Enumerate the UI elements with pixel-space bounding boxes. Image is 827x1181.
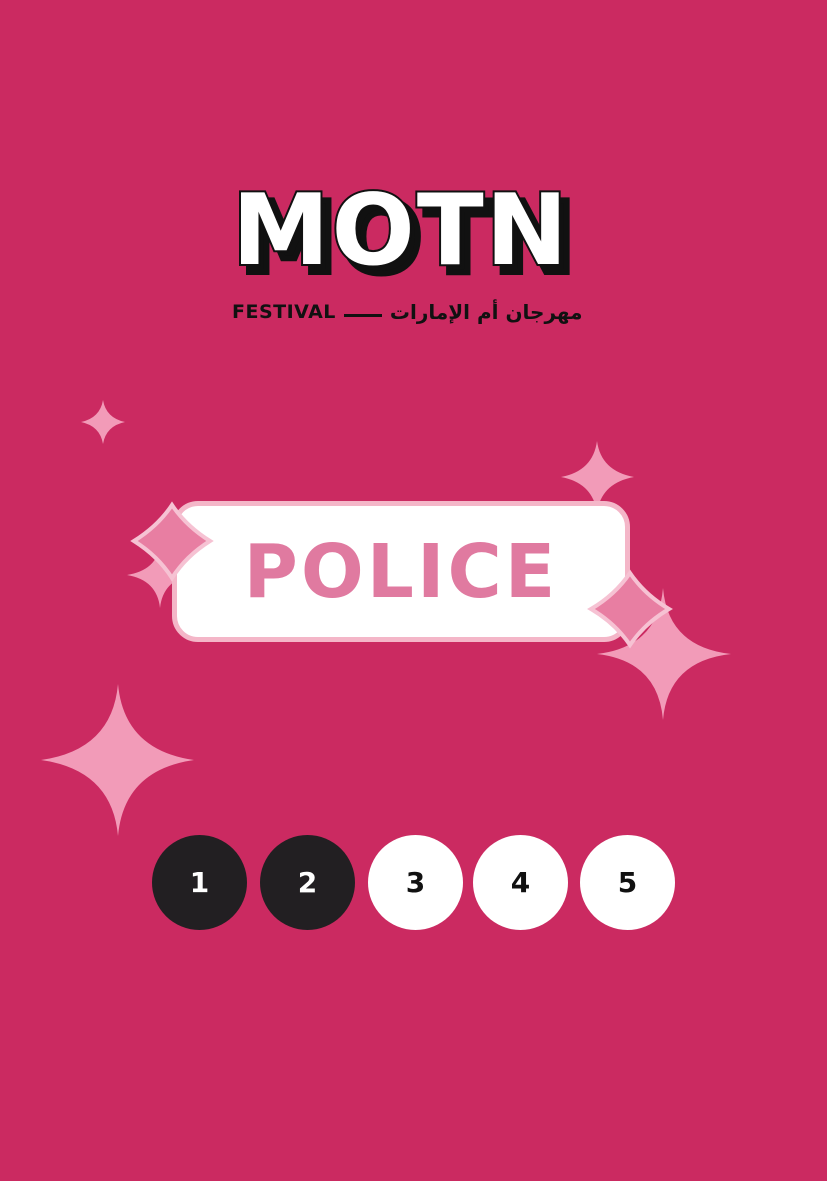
role-title: POLICE: [243, 528, 559, 615]
logo-subtitle: FESTIVAL مهرجان أم الإمارات: [232, 297, 602, 327]
level-2: 2: [260, 835, 355, 930]
level-3: 3: [368, 835, 463, 930]
level-1: 1: [152, 835, 247, 930]
sparkle-icon: [41, 684, 194, 836]
subtitle-arabic: مهرجان أم الإمارات: [389, 300, 583, 324]
subtitle-english: FESTIVAL: [232, 301, 336, 323]
subtitle-dash: [343, 313, 382, 317]
role-card: POLICE: [172, 501, 630, 642]
level-4: 4: [473, 835, 568, 930]
level-5: 5: [580, 835, 675, 930]
logo-text: MOTN: [232, 180, 570, 288]
motn-logo: MOTN MOTN: [230, 180, 579, 290]
level-rating: 1 2 3 4 5: [152, 835, 676, 930]
sparkle-icon: [81, 400, 125, 444]
